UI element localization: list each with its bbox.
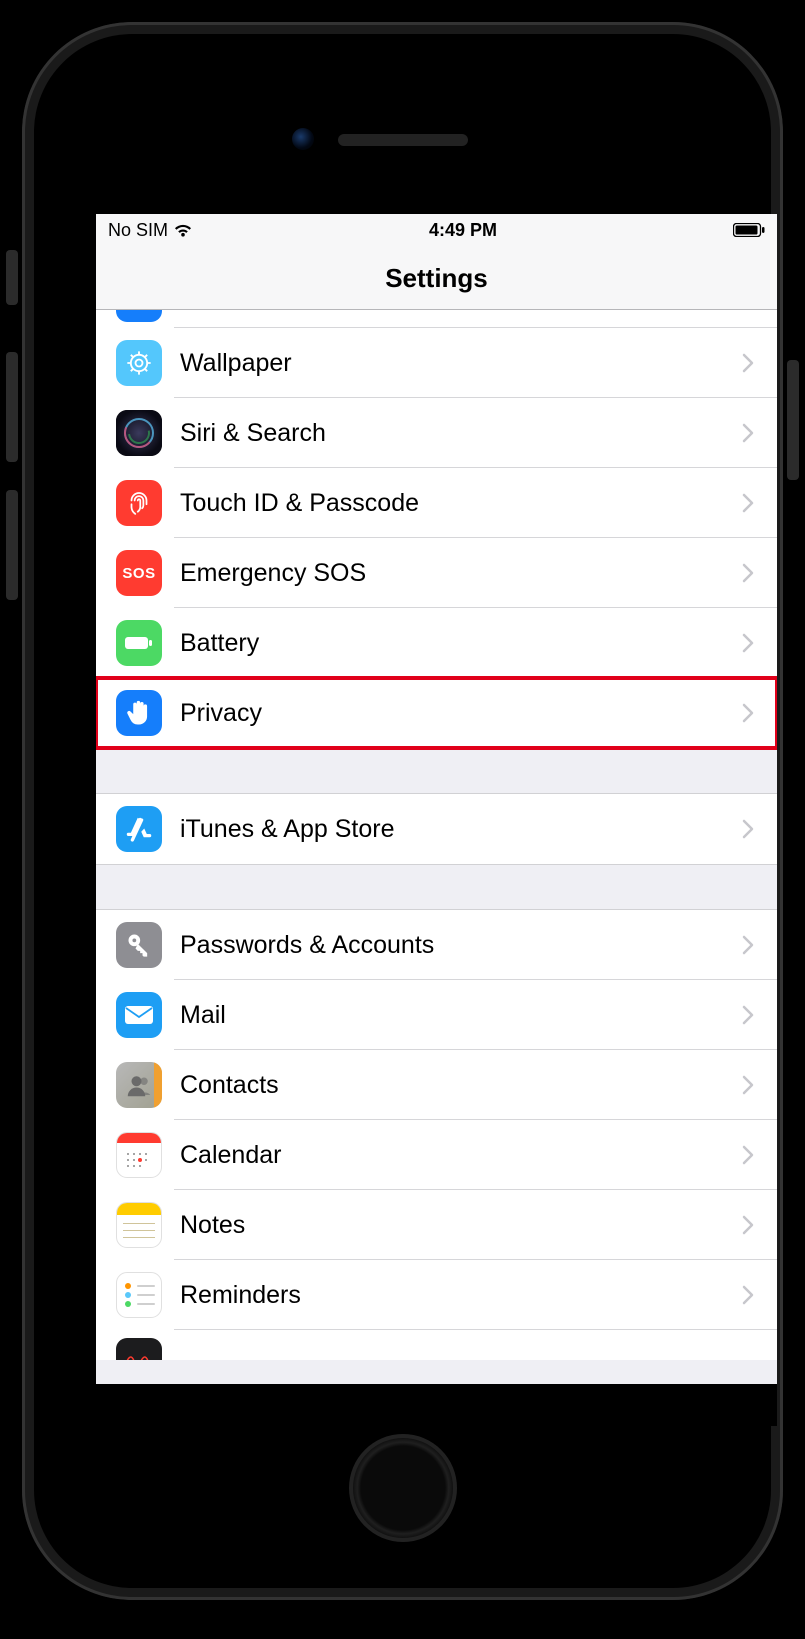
screen-bottom-mask xyxy=(96,1384,777,1426)
siri-icon xyxy=(116,410,162,456)
settings-row-wallpaper[interactable]: Wallpaper xyxy=(96,328,777,398)
chevron-right-icon xyxy=(733,703,763,723)
home-button[interactable] xyxy=(349,1434,457,1542)
mute-switch xyxy=(6,250,18,305)
appstore-icon xyxy=(116,806,162,852)
phone-frame: No SIM 4:49 PM Settings xyxy=(22,22,783,1600)
screen: No SIM 4:49 PM Settings xyxy=(96,214,777,1426)
wifi-icon xyxy=(173,223,193,238)
battery-row-icon xyxy=(116,620,162,666)
appstore-label: iTunes & App Store xyxy=(180,815,733,844)
chevron-right-icon xyxy=(733,633,763,653)
contacts-icon xyxy=(116,1062,162,1108)
reminders-icon xyxy=(116,1272,162,1318)
settings-row-privacy[interactable]: Privacy xyxy=(96,678,777,748)
settings-list[interactable]: Wallpaper Siri & Search Touc xyxy=(96,310,777,1426)
settings-row-contacts[interactable]: Contacts xyxy=(96,1050,777,1120)
mail-icon xyxy=(116,992,162,1038)
chevron-right-icon xyxy=(733,493,763,513)
settings-row-touchid[interactable]: Touch ID & Passcode xyxy=(96,468,777,538)
chevron-right-icon xyxy=(733,563,763,583)
battery-icon xyxy=(733,223,765,237)
chevron-right-icon xyxy=(733,935,763,955)
notes-icon xyxy=(116,1202,162,1248)
chevron-right-icon xyxy=(733,1005,763,1025)
section-gap xyxy=(96,864,777,910)
passwords-label: Passwords & Accounts xyxy=(180,931,733,960)
earpiece-speaker xyxy=(338,134,468,146)
battery-label: Battery xyxy=(180,629,733,658)
settings-row-reminders[interactable]: Reminders xyxy=(96,1260,777,1330)
wallpaper-icon xyxy=(116,340,162,386)
volume-down-button xyxy=(6,490,18,600)
mail-label: Mail xyxy=(180,1001,733,1030)
contacts-label: Contacts xyxy=(180,1071,733,1100)
siri-label: Siri & Search xyxy=(180,419,733,448)
status-bar: No SIM 4:49 PM xyxy=(96,214,777,246)
carrier-label: No SIM xyxy=(108,220,168,241)
display-icon xyxy=(116,310,162,322)
settings-row-passwords[interactable]: Passwords & Accounts xyxy=(96,910,777,980)
chevron-right-icon xyxy=(733,1145,763,1165)
key-icon xyxy=(116,922,162,968)
chevron-right-icon xyxy=(733,819,763,839)
calendar-icon xyxy=(116,1132,162,1178)
settings-row-notes[interactable]: Notes xyxy=(96,1190,777,1260)
sos-icon: SOS xyxy=(116,550,162,596)
settings-row-appstore[interactable]: iTunes & App Store xyxy=(96,794,777,864)
sos-label: Emergency SOS xyxy=(180,559,733,588)
power-button xyxy=(787,360,799,480)
chevron-right-icon xyxy=(733,353,763,373)
settings-row-battery[interactable]: Battery xyxy=(96,608,777,678)
volume-up-button xyxy=(6,352,18,462)
chevron-right-icon xyxy=(733,1285,763,1305)
calendar-label: Calendar xyxy=(180,1141,733,1170)
privacy-label: Privacy xyxy=(180,699,733,728)
settings-row-mail[interactable]: Mail xyxy=(96,980,777,1050)
notes-label: Notes xyxy=(180,1211,733,1240)
section-gap xyxy=(96,748,777,794)
settings-row-display[interactable] xyxy=(96,310,777,328)
settings-row-siri[interactable]: Siri & Search xyxy=(96,398,777,468)
reminders-label: Reminders xyxy=(180,1281,733,1310)
fingerprint-icon xyxy=(116,480,162,526)
touchid-label: Touch ID & Passcode xyxy=(180,489,733,518)
clock-label: 4:49 PM xyxy=(429,220,497,241)
settings-row-sos[interactable]: SOS Emergency SOS xyxy=(96,538,777,608)
settings-row-next[interactable] xyxy=(96,1330,777,1360)
wallpaper-label: Wallpaper xyxy=(180,349,733,378)
phone-bezel: No SIM 4:49 PM Settings xyxy=(34,34,771,1588)
voice-memos-icon xyxy=(116,1338,162,1360)
hand-icon xyxy=(116,690,162,736)
chevron-right-icon xyxy=(733,1075,763,1095)
front-camera xyxy=(292,128,314,150)
settings-row-calendar[interactable]: Calendar xyxy=(96,1120,777,1190)
nav-title: Settings xyxy=(96,246,777,310)
chevron-right-icon xyxy=(733,423,763,443)
chevron-right-icon xyxy=(733,1215,763,1235)
